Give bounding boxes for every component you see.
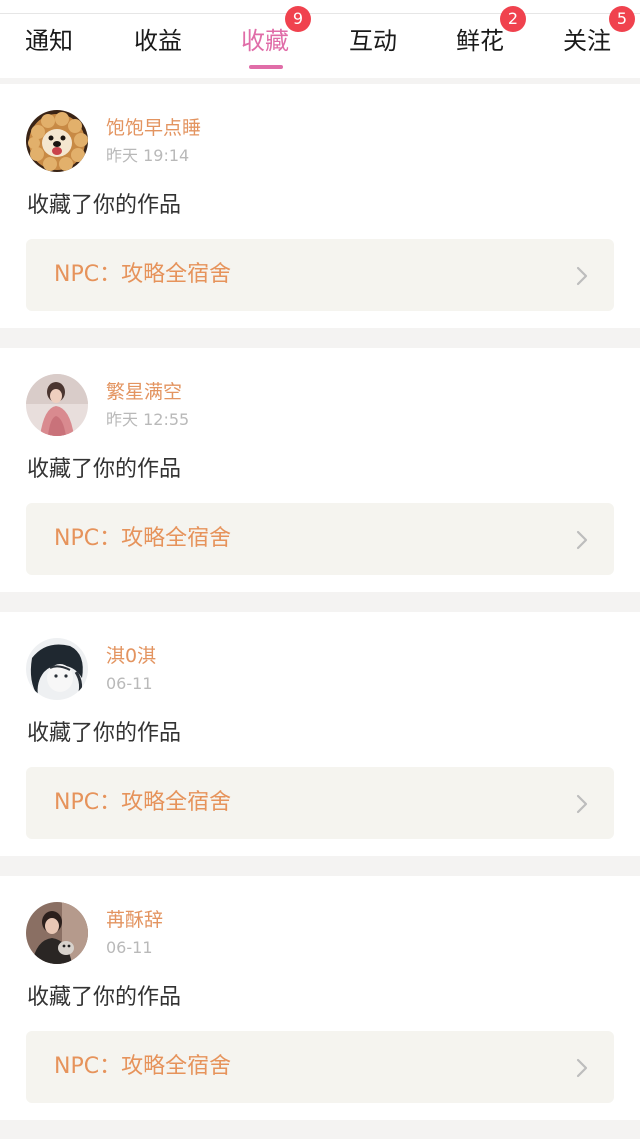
tab-favorites[interactable]: 收藏 9 bbox=[216, 6, 316, 78]
work-title: NPC：攻略全宿舍 bbox=[54, 790, 232, 815]
username[interactable]: 饱饱早点睡 bbox=[106, 116, 201, 140]
work-link[interactable]: NPC：攻略全宿舍 bbox=[26, 239, 614, 311]
work-link[interactable]: NPC：攻略全宿舍 bbox=[26, 1031, 614, 1103]
username[interactable]: 苒酥辞 bbox=[106, 908, 163, 932]
username[interactable]: 淇0淇 bbox=[106, 644, 156, 668]
tab-interaction[interactable]: 互动 bbox=[322, 14, 426, 78]
tab-bar: 通知 收益 收藏 9 互动 鲜花 2 关注 5 bbox=[0, 6, 640, 78]
work-title: NPC：攻略全宿舍 bbox=[54, 262, 232, 287]
tab-label: 互动 bbox=[349, 27, 397, 55]
active-tab-indicator bbox=[249, 65, 283, 69]
notification-card: 苒酥辞 06-11 收藏了你的作品 NPC：攻略全宿舍 bbox=[0, 876, 640, 1120]
person-photo-avatar-icon[interactable] bbox=[26, 902, 88, 964]
unread-badge: 2 bbox=[500, 6, 526, 32]
work-title: NPC：攻略全宿舍 bbox=[54, 526, 232, 551]
tab-label: 鲜花 bbox=[456, 27, 504, 55]
unread-badge: 9 bbox=[285, 6, 311, 32]
username[interactable]: 繁星满空 bbox=[106, 380, 182, 404]
chevron-right-icon bbox=[576, 530, 588, 550]
tab-label: 收益 bbox=[134, 27, 182, 55]
notification-card: 饱饱早点睡 昨天 19:14 收藏了你的作品 NPC：攻略全宿舍 bbox=[0, 84, 640, 328]
tab-notice[interactable]: 通知 bbox=[0, 14, 102, 78]
action-text: 收藏了你的作品 bbox=[27, 985, 182, 1010]
status-bar-strip bbox=[0, 0, 640, 14]
sketch-face-avatar-icon[interactable] bbox=[26, 638, 88, 700]
action-text: 收藏了你的作品 bbox=[27, 721, 182, 746]
timestamp: 昨天 12:55 bbox=[106, 410, 190, 429]
action-text: 收藏了你的作品 bbox=[27, 457, 182, 482]
work-link[interactable]: NPC：攻略全宿舍 bbox=[26, 503, 614, 575]
girl-photo-avatar-icon[interactable] bbox=[26, 374, 88, 436]
tab-label: 关注 bbox=[563, 27, 611, 55]
timestamp: 昨天 19:14 bbox=[106, 146, 190, 165]
action-text: 收藏了你的作品 bbox=[27, 193, 182, 218]
notification-card: 繁星满空 昨天 12:55 收藏了你的作品 NPC：攻略全宿舍 bbox=[0, 348, 640, 592]
unread-badge: 5 bbox=[609, 6, 635, 32]
chevron-right-icon bbox=[576, 1058, 588, 1078]
tab-label: 通知 bbox=[25, 27, 73, 55]
timestamp: 06-11 bbox=[106, 938, 153, 957]
tab-flowers[interactable]: 鲜花 2 bbox=[430, 6, 534, 78]
tab-label: 收藏 bbox=[241, 27, 289, 55]
timestamp: 06-11 bbox=[106, 674, 153, 693]
notification-card: 淇0淇 06-11 收藏了你的作品 NPC：攻略全宿舍 bbox=[0, 612, 640, 856]
chevron-right-icon bbox=[576, 266, 588, 286]
work-link[interactable]: NPC：攻略全宿舍 bbox=[26, 767, 614, 839]
tab-following[interactable]: 关注 5 bbox=[538, 6, 640, 78]
dog-avatar-icon[interactable] bbox=[26, 110, 88, 172]
work-title: NPC：攻略全宿舍 bbox=[54, 1054, 232, 1079]
chevron-right-icon bbox=[576, 794, 588, 814]
tab-earnings[interactable]: 收益 bbox=[106, 14, 212, 78]
